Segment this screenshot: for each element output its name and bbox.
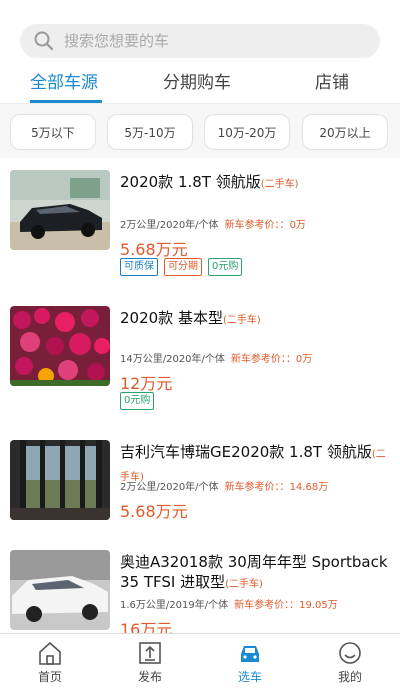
filter-over-20w[interactable]: 20万以上 bbox=[302, 114, 388, 150]
listing-price: 12万元 bbox=[120, 374, 173, 393]
listing-title: 奥迪A32018款 30周年年型 Sportback 35 TFSI 进取型(二… bbox=[120, 553, 388, 591]
tab-installment[interactable]: 分期购车 bbox=[163, 68, 231, 93]
profile-icon bbox=[339, 642, 361, 664]
filter-10w-20w[interactable]: 10万-20万 bbox=[204, 114, 290, 150]
listing-badges: 可质保 可分期 0元购 bbox=[120, 258, 243, 276]
publish-icon bbox=[139, 642, 161, 664]
reference-price: 新车参考价：：14.68万 bbox=[224, 482, 329, 493]
car-photo bbox=[10, 550, 110, 630]
badge-zero-down: 0元购 bbox=[208, 258, 243, 276]
car-photo bbox=[10, 306, 110, 386]
search-icon bbox=[34, 31, 54, 51]
used-car-tag: (二手车) bbox=[225, 579, 263, 590]
filter-5w-10w[interactable]: 5万-10万 bbox=[107, 114, 193, 150]
used-car-tag: (二手车) bbox=[260, 179, 299, 190]
bottom-navigation: 首页 发布 选车 我的 bbox=[0, 633, 400, 690]
nav-select-car[interactable]: 选车 bbox=[220, 640, 280, 685]
price-filter-bar: 5万以下 5万-10万 10万-20万 20万以上 bbox=[0, 104, 400, 158]
reference-price: 新车参考价：：19.05万 bbox=[234, 600, 338, 611]
used-car-tag: (二手车) bbox=[222, 315, 261, 326]
badge-installment: 可分期 bbox=[164, 258, 202, 276]
listing-meta: 1.6万公里/2019年/个体 新车参考价：：19.05万 bbox=[120, 600, 338, 611]
badge-zero-down: 0元购 bbox=[120, 392, 155, 410]
listing-title: 2020款 基本型(二手车) bbox=[120, 309, 261, 327]
car-photo bbox=[10, 170, 110, 250]
search-bar[interactable] bbox=[20, 24, 380, 58]
listing-meta: 2万公里/2020年/个体 新车参考价：：14.68万 bbox=[120, 482, 329, 493]
badge-warranty: 可质保 bbox=[120, 258, 158, 276]
nav-home[interactable]: 首页 bbox=[20, 640, 80, 685]
listing-meta: 14万公里/2020年/个体 新车参考价：：0万 bbox=[120, 354, 313, 365]
nav-profile[interactable]: 我的 bbox=[320, 640, 380, 685]
home-icon bbox=[39, 641, 61, 665]
search-input[interactable] bbox=[64, 32, 354, 50]
car-icon bbox=[241, 646, 259, 662]
tab-stores[interactable]: 店铺 bbox=[315, 68, 349, 93]
reference-price: 新车参考价：：0万 bbox=[230, 354, 313, 365]
listing-price: 5.68万元 bbox=[120, 502, 188, 521]
listing-badges: 0元购 bbox=[120, 392, 155, 410]
category-tabs: 全部车源 分期购车 店铺 bbox=[0, 62, 400, 104]
car-photo bbox=[10, 440, 110, 520]
active-tab-indicator bbox=[30, 100, 102, 103]
listing-meta: 2万公里/2020年/个体 新车参考价：：0万 bbox=[120, 220, 306, 231]
listing-price: 5.68万元 bbox=[120, 240, 188, 259]
reference-price: 新车参考价：：0万 bbox=[224, 220, 306, 231]
listing-title: 2020款 1.8T 领航版(二手车) bbox=[120, 173, 299, 191]
nav-publish[interactable]: 发布 bbox=[120, 640, 180, 685]
tab-all-cars[interactable]: 全部车源 bbox=[30, 68, 98, 93]
filter-under-5w[interactable]: 5万以下 bbox=[10, 114, 96, 150]
